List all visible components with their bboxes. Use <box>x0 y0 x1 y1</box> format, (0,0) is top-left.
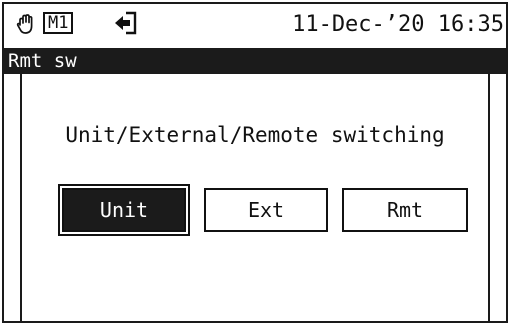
datetime-display: 11-Dec-’20 16:35 <box>292 12 504 37</box>
status-bar: M1 11-Dec-’20 16:35 <box>4 4 506 46</box>
title-bar: Rmt sw <box>4 48 506 74</box>
rmt-button-label: Rmt <box>386 198 424 222</box>
device-screen: M1 11-Dec-’20 16:35 Rmt sw Unit/External… <box>2 2 508 323</box>
unit-button-label: Unit <box>99 198 149 222</box>
prompt-text: Unit/External/Remote switching <box>65 123 445 147</box>
screen-title: Rmt sw <box>8 50 77 72</box>
hand-icon <box>16 14 33 34</box>
exit-icon[interactable] <box>112 10 138 36</box>
ext-button-label: Ext <box>247 198 285 222</box>
mode-badge: M1 <box>43 12 74 34</box>
rmt-button[interactable]: Rmt <box>342 188 468 232</box>
ext-button[interactable]: Ext <box>204 188 328 232</box>
unit-button[interactable]: Unit <box>58 184 190 236</box>
dialog-panel: Unit/External/Remote switching Unit Ext … <box>20 74 490 321</box>
